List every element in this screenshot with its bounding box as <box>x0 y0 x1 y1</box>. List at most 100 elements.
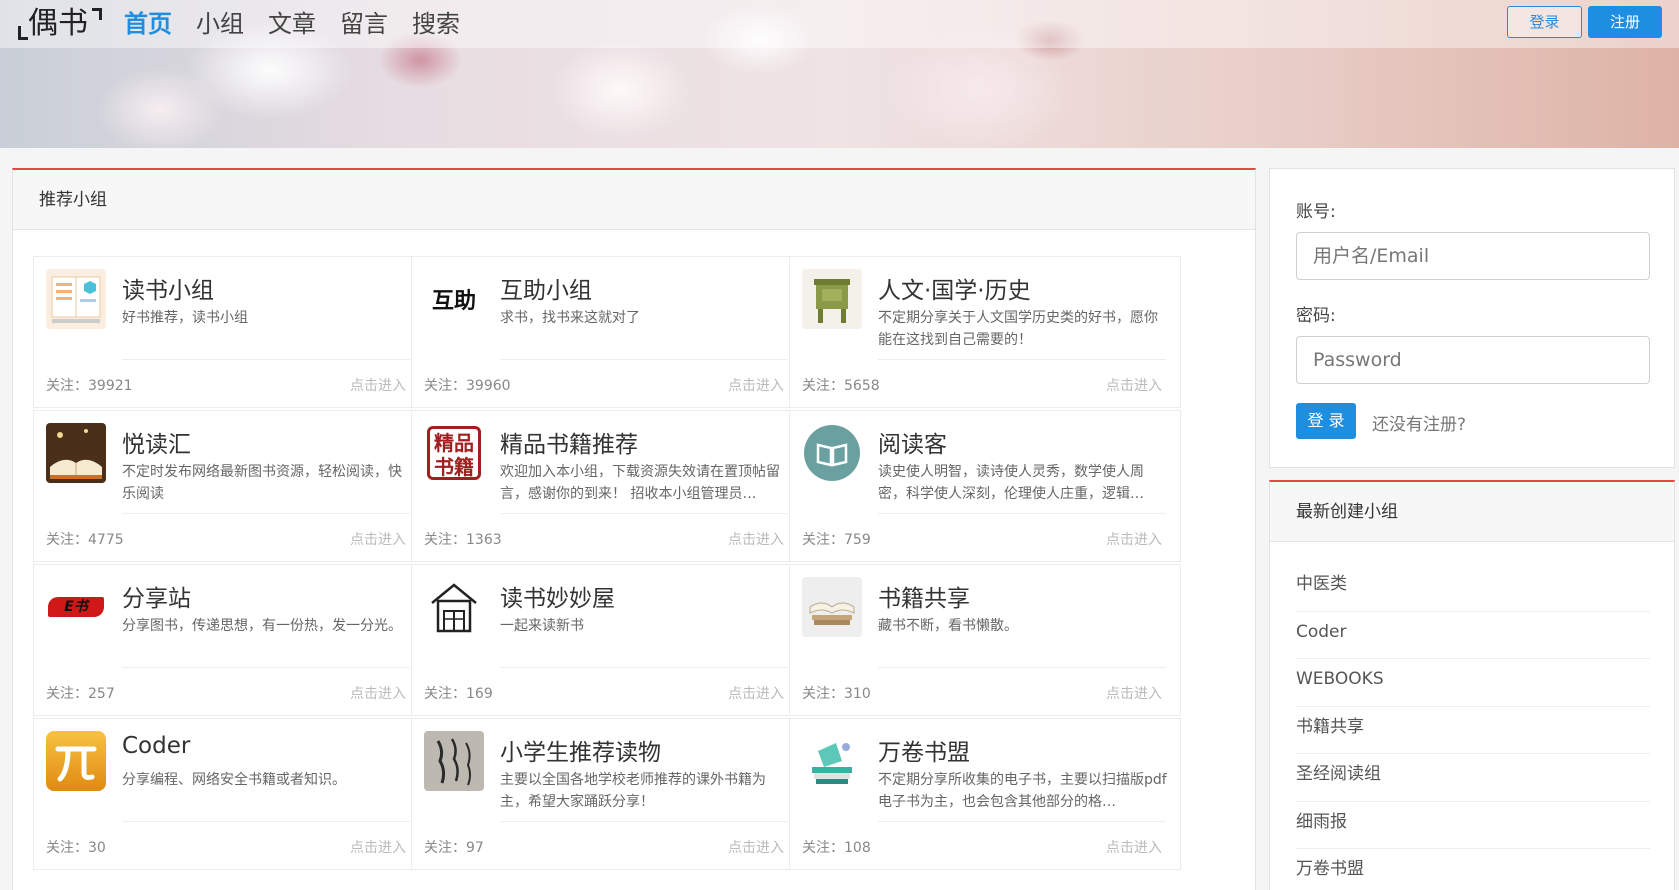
house-icon[interactable] <box>424 577 484 637</box>
logo-text: 偶书 <box>28 6 88 41</box>
card-divider <box>878 513 1166 514</box>
group-description: 读史使人明智，读诗使人灵秀，数学使人周密，科学使人深刻，伦理使人庄重，逻辑… <box>878 464 1144 502</box>
group-card[interactable]: Coder 分享编程、网络安全书籍或者知识。 关注：30 点击进入 <box>33 718 425 870</box>
enter-group-link[interactable]: 点击进入 <box>350 529 406 549</box>
card-divider <box>122 667 410 668</box>
card-divider <box>500 821 788 822</box>
group-title[interactable]: 阅读客 <box>878 425 947 459</box>
group-description: 不定期分享所收集的电子书，主要以扫描版pdf电子书为主，也会包含其他部分的格… <box>878 772 1167 810</box>
group-card[interactable]: 万卷书盟不定期分享所收集的电子书，主要以扫描版pdf电子书为主，也会包含其他部分… <box>789 718 1181 870</box>
follower-count: 关注：108 <box>802 840 871 856</box>
new-group-item[interactable]: 万卷书盟 <box>1296 849 1650 890</box>
book-icon[interactable] <box>46 269 106 329</box>
group-card[interactable]: 小学生推荐读物 主要以全国各地学校老师推荐的课外书籍为主，希望大家踊跃分享！ 关注：… <box>411 718 803 870</box>
group-title[interactable]: 互助小组 <box>500 271 592 305</box>
follower-count: 关注：5658 <box>802 378 880 394</box>
site-logo[interactable]: 偶书 <box>18 4 102 44</box>
group-card[interactable]: 悦读汇 不定时发布网络最新图书资源，轻松阅读，快乐阅读 关注：4775 点击进入 <box>33 410 425 562</box>
group-description: 求书，找书来这就对了 <box>500 310 640 326</box>
enter-group-link[interactable]: 点击进入 <box>728 683 784 703</box>
book-stack-icon[interactable] <box>802 731 862 791</box>
group-card[interactable]: 读书小组好书推荐，读书小组关注：39921 点击进入 <box>33 256 425 408</box>
group-title[interactable]: 万卷书盟 <box>878 733 970 767</box>
enter-group-link[interactable]: 点击进入 <box>728 375 784 395</box>
new-group-item[interactable]: Coder <box>1296 612 1650 659</box>
group-description: 不定时发布网络最新图书资源，轻松阅读，快乐阅读 <box>122 464 402 502</box>
new-group-item[interactable]: 中医类 <box>1296 564 1650 612</box>
password-input[interactable]: Password <box>1296 336 1650 384</box>
new-group-item[interactable]: 细雨报 <box>1296 802 1650 849</box>
group-card[interactable]: 阅读客读史使人明智，读诗使人灵秀，数学使人周密，科学使人深刻，伦理使人庄重，逻辑… <box>789 410 1181 562</box>
follower-count: 关注：39960 <box>424 378 511 394</box>
enter-group-link[interactable]: 点击进入 <box>728 529 784 549</box>
card-divider <box>500 513 788 514</box>
login-button[interactable]: 登录 <box>1507 6 1582 38</box>
group-title[interactable]: 人文·国学·历史 <box>878 271 1031 305</box>
group-title[interactable]: Coder <box>122 733 190 759</box>
main-nav: 首页 小组 文章 留言 搜索 <box>124 4 460 44</box>
enter-group-link[interactable]: 点击进入 <box>1106 683 1162 703</box>
group-title[interactable]: 悦读汇 <box>122 425 191 459</box>
enter-group-link[interactable]: 点击进入 <box>350 837 406 857</box>
panel-title: 推荐小组 <box>13 170 1255 230</box>
card-divider <box>500 667 788 668</box>
group-description: 藏书不断，看书懒散。 <box>878 618 1018 634</box>
brush-stroke-icon[interactable]: E书 <box>46 577 106 637</box>
login-form: 账号: 用户名/Email 密码: Password 登 录 还没有注册? <box>1269 168 1675 468</box>
stacked-books-icon[interactable] <box>802 577 862 637</box>
logo-corner-left <box>18 26 28 40</box>
nav-home[interactable]: 首页 <box>124 4 172 44</box>
follower-count: 关注：257 <box>46 686 115 702</box>
card-divider <box>122 513 410 514</box>
book-circle-icon[interactable] <box>802 423 862 483</box>
enter-group-link[interactable]: 点击进入 <box>350 683 406 703</box>
pi-icon[interactable] <box>46 731 106 791</box>
seal-icon[interactable]: 精品书籍 <box>424 423 484 483</box>
group-card[interactable]: 书籍共享 藏书不断，看书懒散。 关注：310 点击进入 <box>789 564 1181 716</box>
group-title[interactable]: 小学生推荐读物 <box>500 733 661 767</box>
nav-messages[interactable]: 留言 <box>340 4 388 44</box>
follower-count: 关注：97 <box>424 840 484 856</box>
enter-group-link[interactable]: 点击进入 <box>350 375 406 395</box>
group-description: 分享图书，传递思想，有一份热，发一分光。 <box>122 618 402 634</box>
password-label: 密码: <box>1296 306 1336 326</box>
new-group-item[interactable]: 书籍共享 <box>1296 707 1650 754</box>
logo-corner-right <box>92 8 102 20</box>
group-description: 分享编程、网络安全书籍或者知识。 <box>122 772 346 788</box>
group-title[interactable]: 分享站 <box>122 579 191 613</box>
enter-group-link[interactable]: 点击进入 <box>1106 837 1162 857</box>
enter-group-link[interactable]: 点击进入 <box>1106 375 1162 395</box>
enter-group-link[interactable]: 点击进入 <box>1106 529 1162 549</box>
new-groups-list: 中医类 Coder WEBOOKS 书籍共享 圣经阅读组 细雨报 万卷书盟 <box>1296 564 1650 890</box>
enter-group-link[interactable]: 点击进入 <box>728 837 784 857</box>
group-card[interactable]: 精品书籍 精品书籍推荐 欢迎加入本小组，下载资源失效请在置顶帖留言，感谢你的到来！ … <box>411 410 803 562</box>
nav-groups[interactable]: 小组 <box>196 4 244 44</box>
group-title[interactable]: 读书妙妙屋 <box>500 579 615 613</box>
nav-search[interactable]: 搜索 <box>412 4 460 44</box>
group-description: 好书推荐，读书小组 <box>122 310 248 326</box>
login-submit-button[interactable]: 登 录 <box>1296 403 1356 439</box>
new-group-item[interactable]: WEBOOKS <box>1296 659 1650 707</box>
group-title[interactable]: 精品书籍推荐 <box>500 425 638 459</box>
open-book-photo-icon[interactable] <box>46 423 106 483</box>
new-group-item[interactable]: 圣经阅读组 <box>1296 754 1650 802</box>
follower-count: 关注：169 <box>424 686 493 702</box>
group-card[interactable]: 互助 互助小组求书，找书来这就对了关注：39960 点击进入 <box>411 256 803 408</box>
group-card[interactable]: 读书妙妙屋 一起来读新书 关注：169 点击进入 <box>411 564 803 716</box>
nav-articles[interactable]: 文章 <box>268 4 316 44</box>
account-input[interactable]: 用户名/Email <box>1296 232 1650 280</box>
group-title[interactable]: 书籍共享 <box>878 579 970 613</box>
register-link[interactable]: 还没有注册? <box>1372 410 1466 435</box>
register-button[interactable]: 注册 <box>1588 6 1662 38</box>
group-title[interactable]: 读书小组 <box>122 271 214 305</box>
card-divider <box>122 359 410 360</box>
card-divider <box>122 821 410 822</box>
card-divider <box>878 821 1166 822</box>
group-card[interactable]: E书 分享站分享图书，传递思想，有一份热，发一分光。关注：257 点击进入 <box>33 564 425 716</box>
calligraphy-icon[interactable] <box>424 731 484 791</box>
card-divider <box>878 359 1166 360</box>
group-card[interactable]: 人文·国学·历史 不定期分享关于人文国学历史类的好书，愿你能在这找到自己需要的！ 关… <box>789 256 1181 408</box>
follower-count: 关注：39921 <box>46 378 133 394</box>
huzhu-logo-icon[interactable]: 互助 <box>424 269 484 329</box>
bronze-vessel-icon[interactable] <box>802 269 862 329</box>
